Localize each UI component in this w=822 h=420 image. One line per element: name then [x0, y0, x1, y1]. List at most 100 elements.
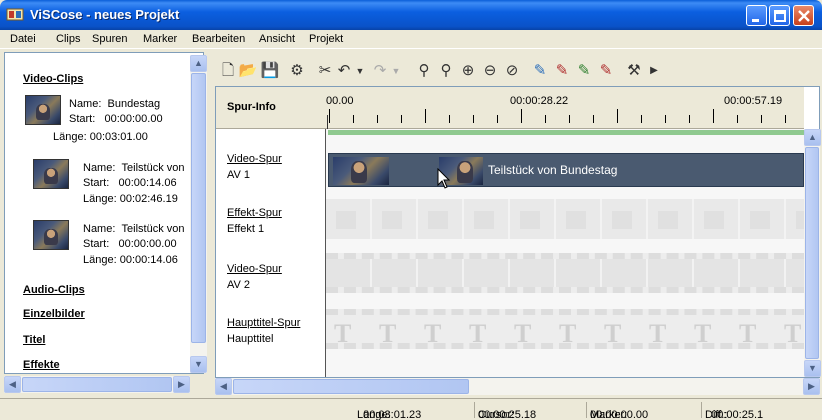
video-track-2-row[interactable] [326, 253, 804, 293]
ruler-tick [713, 109, 714, 123]
clip-frame-thumbnail [333, 157, 389, 185]
timeline-vertical-scrollbar[interactable]: ▲ ▼ [804, 129, 821, 377]
window-title: ViSCose - neues Projekt [30, 7, 180, 22]
redo-dropdown-icon[interactable]: ▼ [386, 60, 406, 82]
status-bar: Länge: 00:03:01.23 Cursor: 00:00:25.18 M… [0, 398, 822, 420]
marker-add-icon[interactable]: ✎ [530, 60, 550, 82]
timeline-panel: Spur-Info Video-Spur AV 1 Effekt-Spur Ef… [215, 86, 821, 378]
title-glyph-icon: T [424, 319, 442, 348]
menu-projekt[interactable]: Projekt [309, 33, 343, 45]
images-header[interactable]: Einzelbilder [23, 308, 85, 320]
scroll-thumb[interactable] [805, 147, 819, 359]
zoom-reset-icon[interactable]: ⊘ [502, 60, 522, 82]
scroll-left-icon[interactable]: ◀ [215, 378, 232, 395]
more-icon[interactable]: ▶ [644, 60, 664, 82]
scroll-up-icon[interactable]: ▲ [804, 129, 821, 146]
close-button[interactable] [793, 5, 814, 26]
title-glyph-icon: T [334, 319, 352, 348]
save-icon[interactable]: 💾 [260, 60, 280, 82]
ruler-tick [377, 115, 378, 123]
track-2-sub: Effekt 1 [227, 223, 265, 235]
effect-track-row[interactable] [326, 199, 804, 239]
menu-spuren[interactable]: Spuren [92, 33, 127, 45]
open-folder-icon[interactable]: 📂 [238, 60, 258, 82]
ruler-tick [593, 115, 594, 123]
ruler-tick [641, 115, 642, 123]
render-progress-strip [328, 130, 804, 135]
title-glyph-icon: T [469, 319, 487, 348]
zoom-icon[interactable]: ⚲ [414, 60, 434, 82]
video-clips-header[interactable]: Video-Clips [23, 73, 83, 85]
zoom-out-icon[interactable]: ⊖ [480, 60, 500, 82]
audio-clips-header[interactable]: Audio-Clips [23, 284, 85, 296]
scroll-thumb[interactable] [191, 73, 206, 343]
scroll-left-icon[interactable]: ◀ [4, 376, 21, 393]
ruler-tick [353, 115, 354, 123]
clip-library-panel: Video-Clips Name: Bundestag Start: 00:00… [4, 52, 204, 374]
library-horizontal-scrollbar[interactable]: ◀ ▶ [4, 376, 190, 393]
scroll-right-icon[interactable]: ▶ [803, 378, 820, 395]
menu-marker[interactable]: Marker [143, 33, 177, 45]
title-glyph-icon: T [739, 319, 757, 348]
clip-thumbnail[interactable] [25, 95, 61, 125]
undo-dropdown-icon[interactable]: ▼ [350, 60, 370, 82]
track-2-name[interactable]: Effekt-Spur [227, 207, 282, 219]
cut-icon[interactable]: ✂ [315, 60, 335, 82]
effects-header[interactable]: Effekte [23, 359, 60, 371]
track-1-name[interactable]: Video-Spur [227, 153, 282, 165]
clip-2-length: Länge: 00:02:46.19 [83, 193, 178, 205]
ruler-tick [569, 115, 570, 123]
ruler-tick [545, 115, 546, 123]
scroll-thumb[interactable] [22, 377, 172, 392]
ruler-tick [497, 115, 498, 123]
title-bar[interactable]: ViSCose - neues Projekt [0, 0, 822, 30]
track-4-name[interactable]: Haupttitel-Spur [227, 317, 300, 329]
menu-ansicht[interactable]: Ansicht [259, 33, 295, 45]
clip-3-name: Name: Teilstück von [83, 223, 185, 235]
menu-clips[interactable]: Clips [56, 33, 80, 45]
title-glyph-icon: T [604, 319, 622, 348]
marker-delete-icon[interactable]: ✎ [596, 60, 616, 82]
title-glyph-icon: T [379, 319, 397, 348]
clip-thumbnail[interactable] [33, 159, 69, 189]
status-divider [586, 402, 587, 418]
scroll-down-icon[interactable]: ▼ [190, 356, 207, 373]
tools-icon[interactable]: ⚒ [624, 60, 644, 82]
title-glyph-icon: T [649, 319, 667, 348]
ruler-tick [329, 109, 330, 123]
zoom-fit-icon[interactable]: ⚲ [436, 60, 456, 82]
status-divider [701, 402, 702, 418]
zoom-in-icon[interactable]: ⊕ [458, 60, 478, 82]
playhead-marker[interactable] [327, 115, 328, 129]
ruler-tick [737, 115, 738, 123]
scroll-up-icon[interactable]: ▲ [190, 55, 207, 72]
timeline-horizontal-scrollbar[interactable]: ◀ ▶ [215, 378, 820, 395]
menu-bearbeiten[interactable]: Bearbeiten [192, 33, 245, 45]
minimize-button[interactable] [746, 5, 767, 26]
maximize-button[interactable] [769, 5, 790, 26]
clip-thumbnail[interactable] [33, 220, 69, 250]
title-track-row[interactable]: TTTTTTTTTTT [326, 309, 804, 349]
scroll-right-icon[interactable]: ▶ [173, 376, 190, 393]
marker-prev-icon[interactable]: ✎ [574, 60, 594, 82]
track-3-name[interactable]: Video-Spur [227, 263, 282, 275]
track-3-sub: AV 2 [227, 279, 251, 291]
clip-2-name: Name: Teilstück von [83, 162, 185, 174]
title-glyph-icon: T [694, 319, 712, 348]
scroll-down-icon[interactable]: ▼ [804, 360, 821, 377]
track-area[interactable]: Teilstück von Bundestag TTTTTTTTTTT [326, 129, 804, 377]
render-icon[interactable]: ⚙ [287, 60, 307, 82]
time-ruler[interactable]: 00.00 00:00:28.22 00:00:57.19 [326, 87, 804, 129]
ruler-label-mid: 00:00:28.22 [510, 95, 569, 107]
marker-next-icon[interactable]: ✎ [552, 60, 572, 82]
ruler-tick [521, 109, 522, 123]
ruler-tick [785, 115, 786, 123]
ruler-tick [617, 109, 618, 123]
video-clip-bar[interactable]: Teilstück von Bundestag [328, 153, 804, 189]
scroll-thumb[interactable] [233, 379, 469, 394]
library-vertical-scrollbar[interactable]: ▲ ▼ [190, 55, 207, 373]
menu-datei[interactable]: Datei [10, 33, 36, 45]
status-diff: Diff.: 00:00:25.1 [705, 409, 764, 420]
new-file-icon[interactable]: 🗋 [218, 60, 238, 82]
titles-header[interactable]: Titel [23, 334, 45, 346]
